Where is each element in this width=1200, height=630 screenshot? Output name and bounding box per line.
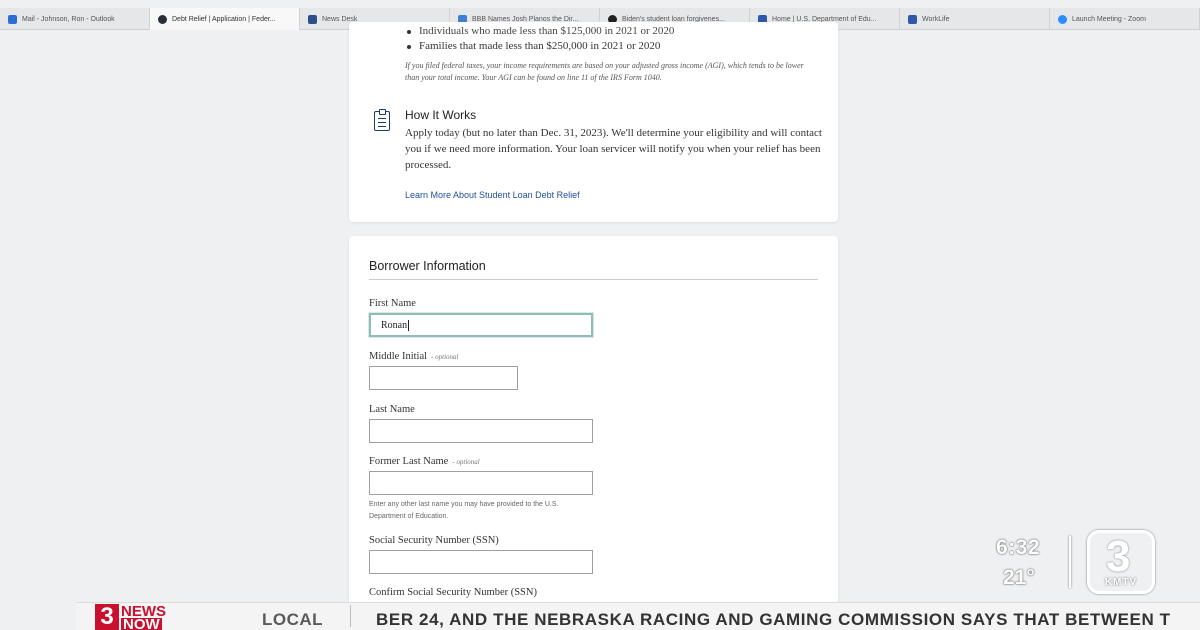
ticker-label: LOCAL <box>262 610 324 629</box>
tab-debt-relief[interactable]: Debt Relief | Application | Feder... <box>150 8 300 30</box>
worklife-icon <box>908 14 917 24</box>
tab-outlook[interactable]: Mail - Johnson, Ron - Outlook <box>0 8 150 30</box>
clipboard-icon <box>374 109 390 131</box>
station-logo: 3 KMTV <box>1087 530 1155 594</box>
eligibility-card: Individuals who made less than $125,000 … <box>349 22 838 222</box>
last-name-label: Last Name <box>369 404 415 415</box>
first-name-field[interactable]: Ronan <box>369 313 593 337</box>
first-name-label: First Name <box>369 298 416 309</box>
tab-worklife[interactable]: WorkLife <box>900 8 1050 30</box>
confirm-ssn-label: Confirm Social Security Number (SSN) <box>369 587 537 598</box>
middle-initial-field[interactable] <box>369 366 518 390</box>
how-it-works-body: Apply today (but no later than Dec. 31, … <box>405 127 822 171</box>
broadcast-separator <box>1069 536 1071 588</box>
tab-zoom[interactable]: Launch Meeting - Zoom <box>1050 8 1200 30</box>
ssn-field[interactable] <box>369 550 593 574</box>
station-number: 3 <box>1106 532 1131 581</box>
federal-seal-icon <box>158 14 167 24</box>
section-title: Borrower Information <box>369 259 486 273</box>
former-last-name-helper: Enter any other last name you may have p… <box>369 501 559 520</box>
text-caret <box>408 319 410 331</box>
borrower-info-card: Borrower Information First Name Ronan Mi… <box>349 236 838 616</box>
learn-more-link[interactable]: Learn More About Student Loan Debt Relie… <box>405 190 580 200</box>
bullet-individuals: Individuals who made less than $125,000 … <box>405 24 674 39</box>
news-desk-icon <box>308 14 317 24</box>
news-now-logo: 3 NEWS NOW <box>95 604 191 630</box>
station-call-sign: KMTV <box>1104 577 1138 588</box>
ticker-divider <box>350 605 351 627</box>
how-it-works-title: How It Works <box>405 108 477 122</box>
income-bullets: Individuals who made less than $125,000 … <box>405 24 674 54</box>
former-last-name-field[interactable] <box>369 471 593 495</box>
former-last-name-label: Former Last Name - optional <box>369 456 480 467</box>
middle-initial-label: Middle Initial - optional <box>369 351 459 362</box>
section-divider <box>369 279 818 280</box>
agi-note: If you filed federal taxes, your income … <box>405 61 804 82</box>
bullet-families: Families that made less than $250,000 in… <box>405 39 674 54</box>
ticker-text: BER 24, AND THE NEBRASKA RACING AND GAMI… <box>376 610 1171 629</box>
last-name-field[interactable] <box>369 419 593 443</box>
outlook-icon <box>8 14 17 24</box>
broadcast-clock: 6:32 <box>996 536 1041 559</box>
broadcast-temperature: 21° <box>1003 566 1035 589</box>
ssn-label: Social Security Number (SSN) <box>369 535 499 546</box>
zoom-icon <box>1058 14 1067 24</box>
